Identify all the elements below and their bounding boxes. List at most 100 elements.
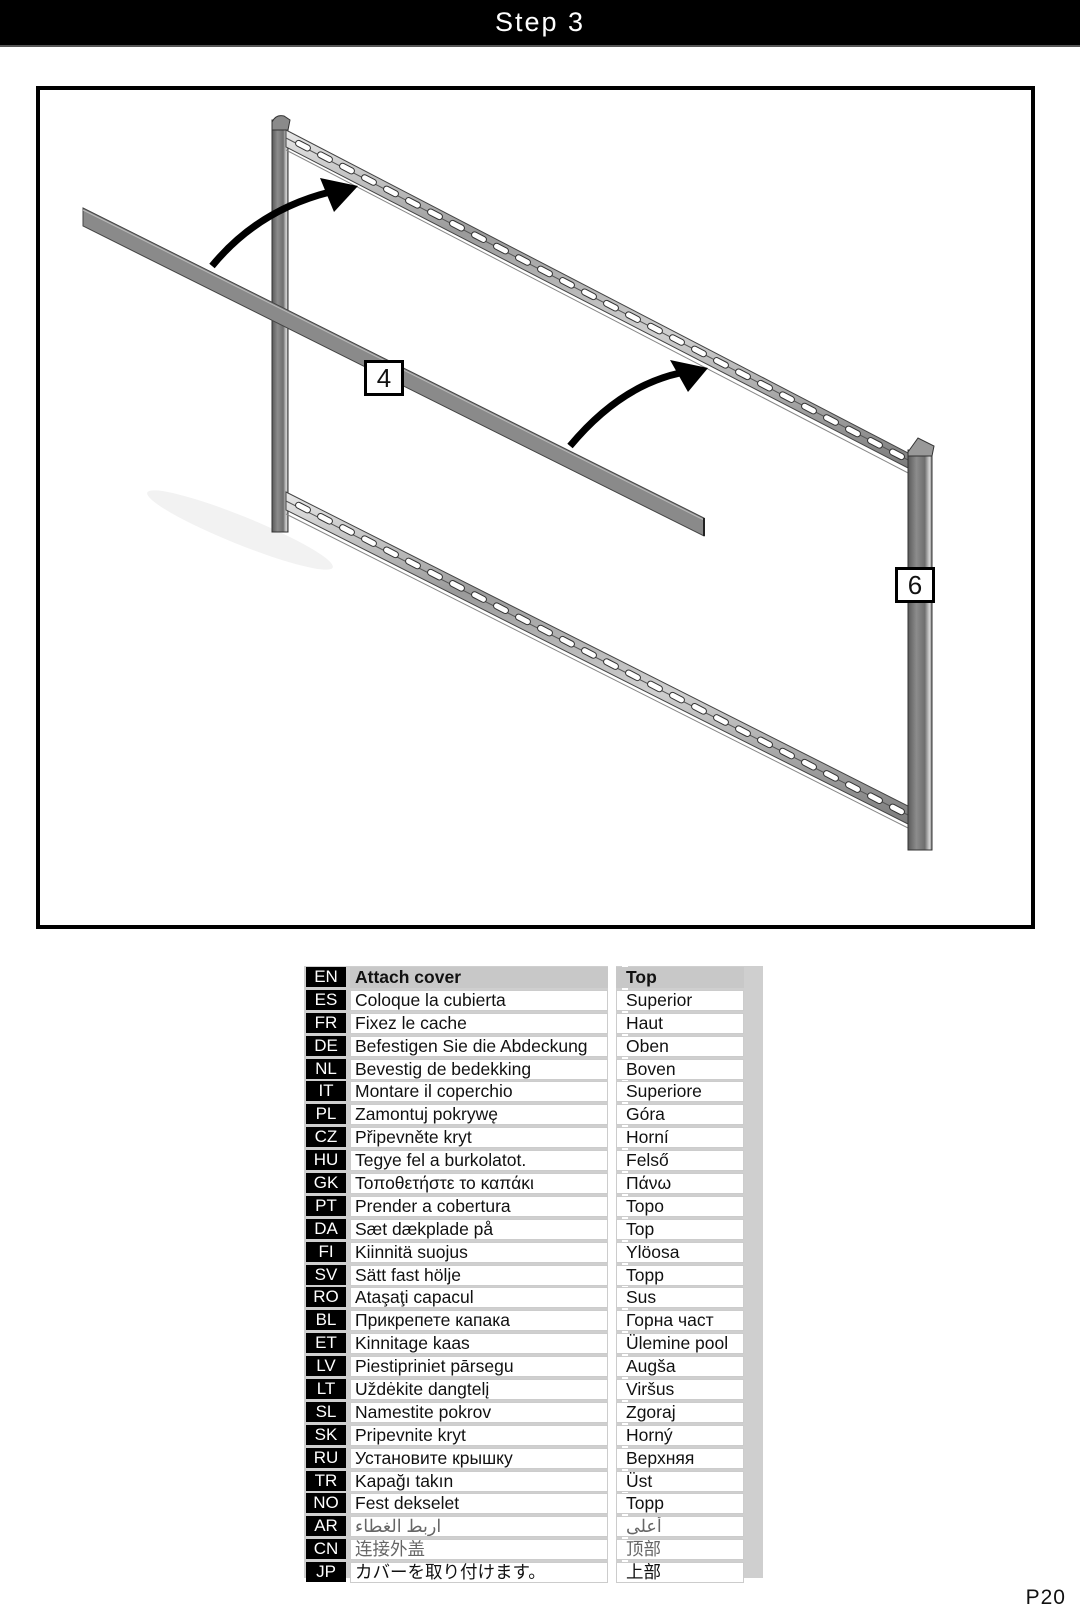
action-text: Kinnitage kaas bbox=[350, 1333, 608, 1355]
column-gap bbox=[608, 966, 616, 989]
position-text: Topp bbox=[616, 1264, 744, 1286]
translation-row: SK Pripevnite kryt Horný bbox=[304, 1423, 744, 1447]
position-text: Felső bbox=[616, 1150, 744, 1172]
translation-row: DE Befestigen Sie die Abdeckung Oben bbox=[304, 1034, 744, 1058]
action-text: Zamontuj pokrywę bbox=[350, 1104, 608, 1126]
language-code: LT bbox=[306, 1379, 346, 1400]
bottom-rail bbox=[285, 491, 913, 831]
floor-shadow bbox=[147, 490, 333, 570]
position-text: 顶部 bbox=[616, 1539, 744, 1561]
part-callout-frame: 6 bbox=[895, 567, 935, 603]
position-text: Superiore bbox=[616, 1081, 744, 1103]
action-text: Fest dekselet bbox=[350, 1493, 608, 1515]
column-gap bbox=[608, 1378, 616, 1401]
translation-row: AR اربط الغطاء أعلى bbox=[304, 1515, 744, 1539]
language-code: PT bbox=[306, 1195, 346, 1216]
language-code: EN bbox=[306, 967, 346, 987]
translation-row: PL Zamontuj pokrywę Góra bbox=[304, 1103, 744, 1127]
position-text: Верхняя bbox=[616, 1447, 744, 1469]
column-gap bbox=[608, 1286, 616, 1310]
column-gap bbox=[608, 1446, 616, 1470]
column-gap bbox=[608, 1515, 616, 1539]
column-gap bbox=[608, 1103, 616, 1127]
action-text: Установите крышку bbox=[350, 1447, 608, 1469]
action-text: Prender a cobertura bbox=[350, 1195, 608, 1217]
column-gap bbox=[608, 1400, 616, 1424]
action-text: Τοποθετήστε το καπάκι bbox=[350, 1173, 608, 1195]
column-gap bbox=[608, 988, 616, 1012]
translation-row: BL Прикрепете капака Горна част bbox=[304, 1309, 744, 1333]
action-text: Piestipriniet pārsegu bbox=[350, 1356, 608, 1378]
curved-arrow-icon bbox=[567, 360, 708, 449]
translation-row: NO Fest dekselet Topp bbox=[304, 1492, 744, 1516]
action-text: Připevněte kryt bbox=[350, 1127, 608, 1149]
position-text: Augša bbox=[616, 1356, 744, 1378]
translation-row: ES Coloque la cubierta Superior bbox=[304, 988, 744, 1012]
position-text: Topo bbox=[616, 1195, 744, 1217]
column-gap bbox=[608, 1309, 616, 1333]
column-gap bbox=[608, 1217, 616, 1241]
position-text: Sus bbox=[616, 1287, 744, 1309]
position-text: Haut bbox=[616, 1012, 744, 1034]
column-gap bbox=[608, 1492, 616, 1516]
language-code: PL bbox=[306, 1104, 346, 1125]
language-code: ET bbox=[306, 1333, 346, 1354]
position-text: 上部 bbox=[616, 1562, 744, 1584]
action-text: Ataşaţi capacul bbox=[350, 1287, 608, 1309]
action-text: Befestigen Sie die Abdeckung bbox=[350, 1035, 608, 1057]
column-gap bbox=[608, 1469, 616, 1493]
language-code: GK bbox=[306, 1173, 346, 1194]
position-text: Ülemine pool bbox=[616, 1333, 744, 1355]
column-gap bbox=[608, 1561, 616, 1585]
language-code: TR bbox=[306, 1470, 346, 1491]
translation-row: DA Sæt dækplade på Top bbox=[304, 1217, 744, 1241]
action-text: カバーを取り付けます。 bbox=[350, 1562, 608, 1584]
page-number: P20 bbox=[1025, 1586, 1066, 1609]
position-text: أعلى bbox=[616, 1516, 744, 1538]
translation-row: RO Ataşaţi capacul Sus bbox=[304, 1286, 744, 1310]
step-title: Step 3 bbox=[494, 7, 586, 37]
language-code: SV bbox=[306, 1264, 346, 1285]
column-gap bbox=[608, 1263, 616, 1287]
position-text: Top bbox=[616, 1218, 744, 1240]
position-text: Boven bbox=[616, 1058, 744, 1080]
action-text: Pripevnite kryt bbox=[350, 1424, 608, 1446]
language-code: JP bbox=[306, 1562, 346, 1583]
translation-row: GK Τοποθετήστε το καπάκι Πάνω bbox=[304, 1172, 744, 1195]
position-text: Oben bbox=[616, 1035, 744, 1057]
position-text: Góra bbox=[616, 1104, 744, 1126]
action-text: Coloque la cubierta bbox=[350, 989, 608, 1011]
column-gap bbox=[608, 1332, 616, 1356]
action-text: Kiinnitä suojus bbox=[350, 1241, 608, 1263]
right-post bbox=[907, 437, 935, 851]
column-gap bbox=[608, 1057, 616, 1081]
action-text: اربط الغطاء bbox=[350, 1516, 608, 1538]
translation-row: CN 连接外盖 顶部 bbox=[304, 1538, 744, 1562]
column-gap bbox=[608, 1355, 616, 1379]
language-code: HU bbox=[306, 1150, 346, 1171]
language-code: CZ bbox=[306, 1127, 346, 1148]
action-text: Tegye fel a burkolatot. bbox=[350, 1150, 608, 1172]
action-text: Montare il coperchio bbox=[350, 1081, 608, 1103]
action-text: Sätt fast hölje bbox=[350, 1264, 608, 1286]
language-code: AR bbox=[306, 1516, 346, 1537]
translation-table: EN Attach cover Top ES Coloque la cubierta Su… bbox=[304, 966, 744, 1585]
callout-label: 6 bbox=[907, 569, 923, 600]
language-code: NO bbox=[306, 1493, 346, 1514]
column-gap bbox=[608, 1172, 616, 1195]
language-code: BL bbox=[306, 1310, 346, 1331]
language-code: FR bbox=[306, 1012, 346, 1033]
translation-row: TR Kapağı takın Üst bbox=[304, 1469, 744, 1493]
translation-row: CZ Připevněte kryt Horní bbox=[304, 1126, 744, 1150]
position-text: Superior bbox=[616, 989, 744, 1011]
column-gap bbox=[608, 1240, 616, 1264]
position-text: Topp bbox=[616, 1493, 744, 1515]
step-header: Step 3 bbox=[0, 0, 1080, 47]
language-code: FI bbox=[306, 1241, 346, 1262]
column-gap bbox=[608, 1423, 616, 1447]
language-code: IT bbox=[306, 1081, 346, 1102]
translation-row: LV Piestipriniet pārsegu Augša bbox=[304, 1355, 744, 1379]
assembly-illustration: 4 6 bbox=[36, 86, 1035, 929]
assembly-drawing bbox=[82, 115, 935, 851]
language-code: RU bbox=[306, 1447, 346, 1468]
